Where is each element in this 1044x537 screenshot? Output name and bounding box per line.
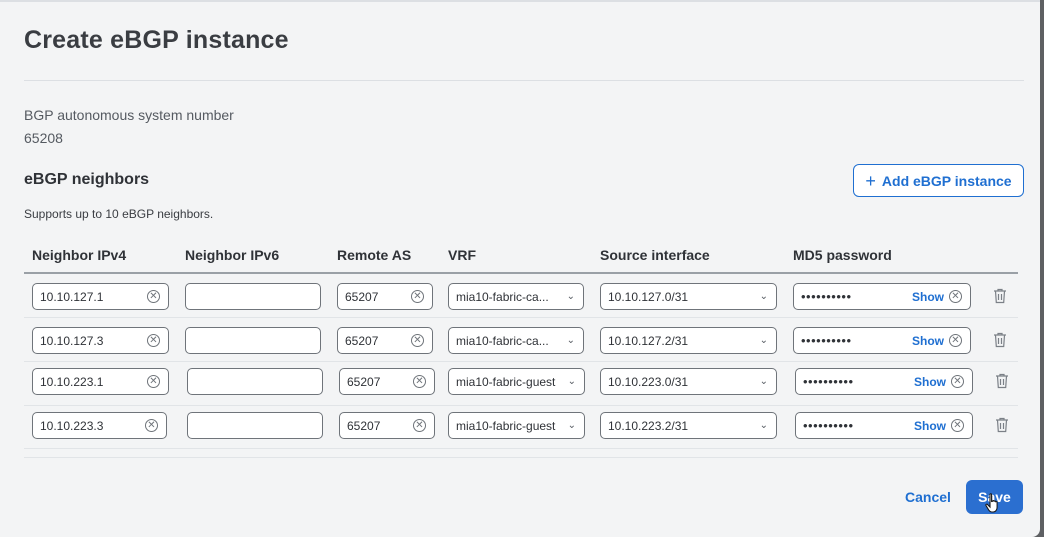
chevron-down-icon: ⌄ [566,335,575,346]
clear-icon[interactable]: ✕ [411,290,424,303]
title-divider [24,80,1024,81]
password-value: •••••••••• [801,333,852,348]
password-value: •••••••••• [801,289,852,304]
table-header: Neighbor IPv4 Neighbor IPv6 Remote AS VR… [24,236,1018,274]
chevron-down-icon: ⌄ [759,376,768,387]
remote-as-value: 65207 [345,289,379,304]
neighbor-ipv4-value: 10.10.223.3 [40,418,104,433]
remote-as-value: 65207 [347,418,381,433]
table-row: 10.10.127.1 ✕ 65207 ✕ mia10-fabric-ca...… [24,274,1018,318]
clear-icon[interactable]: ✕ [951,419,964,432]
clear-icon[interactable]: ✕ [413,375,426,388]
plus-icon: + [865,170,876,191]
password-value: •••••••••• [803,374,854,389]
header-remote-as: Remote AS [337,247,412,263]
vrf-select[interactable]: mia10-fabric-ca... ⌄ [448,327,584,354]
cancel-button[interactable]: Cancel [905,489,951,505]
table-row: 10.10.223.1 ✕ 65207 ✕ mia10-fabric-guest… [24,362,1018,406]
neighbor-ipv4-input[interactable]: 10.10.223.3 ✕ [32,412,167,439]
header-md5-password: MD5 password [793,247,892,263]
show-password-button[interactable]: Show [912,334,944,348]
neighbors-subtitle: Supports up to 10 eBGP neighbors. [24,207,214,221]
source-interface-value: 10.10.223.2/31 [608,418,689,433]
table-row: 10.10.223.3 ✕ 65207 ✕ mia10-fabric-guest… [24,405,1018,449]
header-neighbor-ipv6: Neighbor IPv6 [185,247,280,263]
clear-icon[interactable]: ✕ [949,334,962,347]
md5-password-input[interactable]: •••••••••• Show ✕ [793,327,971,354]
remote-as-input[interactable]: 65207 ✕ [337,327,433,354]
source-interface-select[interactable]: 10.10.223.0/31 ⌄ [600,368,777,395]
source-interface-value: 10.10.127.2/31 [608,333,689,348]
asn-label: BGP autonomous system number [24,107,234,123]
vrf-value: mia10-fabric-ca... [456,333,549,348]
vrf-select[interactable]: mia10-fabric-ca... ⌄ [448,283,584,310]
chevron-down-icon: ⌄ [567,376,576,387]
chevron-down-icon: ⌄ [759,335,768,346]
clear-icon[interactable]: ✕ [147,290,160,303]
vrf-value: mia10-fabric-guest [456,418,556,433]
vrf-value: mia10-fabric-guest [456,374,556,389]
clear-icon[interactable]: ✕ [145,419,158,432]
show-password-button[interactable]: Show [914,375,946,389]
trash-icon[interactable] [993,288,1007,304]
md5-password-input[interactable]: •••••••••• Show ✕ [795,412,973,439]
table-row: 10.10.127.3 ✕ 65207 ✕ mia10-fabric-ca...… [24,318,1018,362]
md5-password-input[interactable]: •••••••••• Show ✕ [795,368,973,395]
remote-as-input[interactable]: 65207 ✕ [337,283,433,310]
clear-icon[interactable]: ✕ [951,375,964,388]
trash-icon[interactable] [993,332,1007,348]
source-interface-value: 10.10.223.0/31 [608,374,689,389]
show-password-button[interactable]: Show [914,419,946,433]
neighbor-ipv4-value: 10.10.127.1 [40,289,104,304]
neighbor-ipv4-value: 10.10.127.3 [40,333,104,348]
add-ebgp-instance-button[interactable]: + Add eBGP instance [853,164,1024,197]
source-interface-select[interactable]: 10.10.223.2/31 ⌄ [600,412,777,439]
header-source-interface: Source interface [600,247,710,263]
header-neighbor-ipv4: Neighbor IPv4 [32,247,127,263]
vrf-select[interactable]: mia10-fabric-guest ⌄ [448,412,585,439]
header-vrf: VRF [448,247,476,263]
clear-icon[interactable]: ✕ [411,334,424,347]
neighbor-ipv4-input[interactable]: 10.10.127.3 ✕ [32,327,169,354]
neighbors-heading: eBGP neighbors [24,171,150,188]
neighbor-ipv4-value: 10.10.223.1 [40,374,104,389]
show-password-button[interactable]: Show [912,290,944,304]
create-ebgp-dialog: Create eBGP instance BGP autonomous syst… [0,0,1040,537]
dialog-title: Create eBGP instance [24,26,289,54]
vrf-value: mia10-fabric-ca... [456,289,549,304]
neighbor-ipv4-input[interactable]: 10.10.223.1 ✕ [32,368,169,395]
neighbor-ipv6-input[interactable] [187,368,323,395]
clear-icon[interactable]: ✕ [413,419,426,432]
source-interface-select[interactable]: 10.10.127.2/31 ⌄ [600,327,777,354]
footer-divider [24,457,1018,458]
trash-icon[interactable] [995,417,1009,433]
clear-icon[interactable]: ✕ [147,334,160,347]
chevron-down-icon: ⌄ [759,291,768,302]
top-divider [0,0,1040,2]
remote-as-input[interactable]: 65207 ✕ [339,368,435,395]
asn-value: 65208 [24,130,63,146]
clear-icon[interactable]: ✕ [147,375,160,388]
neighbor-ipv6-input[interactable] [187,412,323,439]
hand-cursor-icon [985,493,998,513]
remote-as-value: 65207 [347,374,381,389]
neighbor-ipv4-input[interactable]: 10.10.127.1 ✕ [32,283,169,310]
source-interface-value: 10.10.127.0/31 [608,289,689,304]
trash-icon[interactable] [995,373,1009,389]
chevron-down-icon: ⌄ [566,291,575,302]
add-button-label: Add eBGP instance [881,172,1012,189]
chevron-down-icon: ⌄ [759,420,768,431]
vrf-select[interactable]: mia10-fabric-guest ⌄ [448,368,585,395]
remote-as-value: 65207 [345,333,379,348]
source-interface-select[interactable]: 10.10.127.0/31 ⌄ [600,283,777,310]
chevron-down-icon: ⌄ [567,420,576,431]
neighbor-ipv6-input[interactable] [185,283,321,310]
password-value: •••••••••• [803,418,854,433]
clear-icon[interactable]: ✕ [949,290,962,303]
neighbor-ipv6-input[interactable] [185,327,321,354]
remote-as-input[interactable]: 65207 ✕ [339,412,435,439]
md5-password-input[interactable]: •••••••••• Show ✕ [793,283,971,310]
